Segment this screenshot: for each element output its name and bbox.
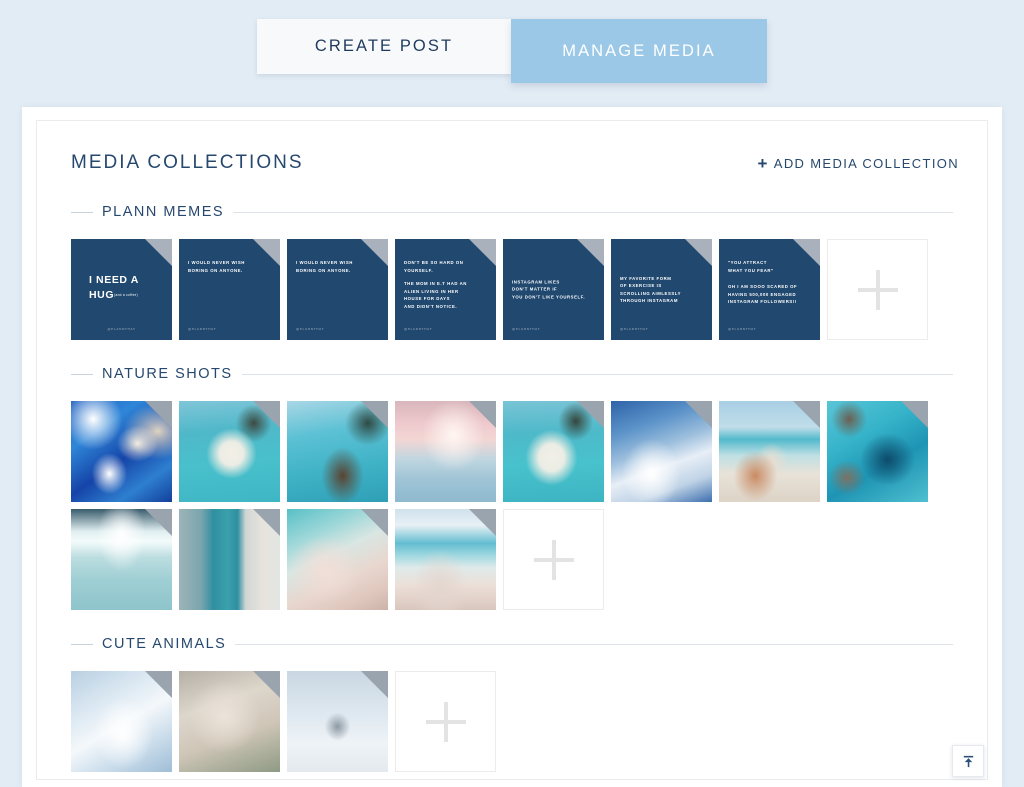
add-media-collection-label: ADD MEDIA COLLECTION [774,156,959,171]
media-tile[interactable] [287,509,388,610]
corner-fold-icon [685,401,712,428]
arrow-up-to-line-icon [961,754,976,769]
corner-fold-icon [685,239,712,266]
media-tile[interactable] [179,671,280,772]
section-rule [235,644,953,645]
view-tabs: CREATE POST MANAGE MEDIA [0,19,1024,91]
media-tile[interactable] [827,401,928,502]
media-tile[interactable]: "YOU ATTRACTWHAT YOU FEAR" OH I AM SOOO S… [719,239,820,340]
meme-text: I WOULD NEVER WISHBORING ON ANYONE. [296,259,380,274]
media-tile[interactable]: DON'T BE SO HARD ONYOURSELF.THE MOM IN E… [395,239,496,340]
plus-icon [534,540,574,580]
section-title: PLANN MEMES [102,204,224,220]
media-grid [71,401,953,610]
section-title: NATURE SHOTS [102,366,233,382]
corner-fold-icon [145,671,172,698]
watermark: @PLANNTHAT [620,327,648,331]
media-tile[interactable] [71,401,172,502]
corner-fold-icon [253,671,280,698]
section-header: NATURE SHOTS [71,366,953,382]
watermark: @PLANNTHAT [404,327,432,331]
scroll-to-top-button[interactable] [952,745,984,777]
media-tile[interactable] [611,401,712,502]
meme-text-secondary: OH I AM SOOO SCARED OFHAVING 500,000 ENG… [728,283,812,306]
media-panel: MEDIA COLLECTIONS + ADD MEDIA COLLECTION… [22,107,1002,787]
corner-fold-icon [145,401,172,428]
corner-fold-icon [361,401,388,428]
watermark: @PLANNTHAT [71,327,172,331]
add-media-tile[interactable] [503,509,604,610]
corner-fold-icon [793,401,820,428]
corner-fold-icon [469,509,496,536]
meme-text: "YOU ATTRACTWHAT YOU FEAR" [728,259,812,274]
page-title: MEDIA COLLECTIONS [71,152,304,174]
add-media-tile[interactable] [395,671,496,772]
corner-fold-icon [145,509,172,536]
add-media-tile[interactable] [827,239,928,340]
corner-fold-icon [253,509,280,536]
media-tile[interactable] [71,509,172,610]
section-nature-shots: NATURE SHOTS [37,366,987,610]
meme-text: INSTAGRAM LIKESDON'T MATTER IFYOU DON'T … [512,278,596,301]
section-title: CUTE ANIMALS [102,636,226,652]
watermark: @PLANNTHAT [512,327,540,331]
media-tile[interactable] [71,671,172,772]
section-dash [71,374,93,375]
section-header: CUTE ANIMALS [71,636,953,652]
corner-fold-icon [901,401,928,428]
corner-fold-icon [253,401,280,428]
meme-text: I WOULD NEVER WISHBORING ON ANYONE. [188,259,272,274]
media-tile[interactable] [719,401,820,502]
tab-manage-media[interactable]: MANAGE MEDIA [511,19,767,83]
section-plann-memes: PLANN MEMES I NEED AHUG(and a coffee) @PLA… [37,204,987,340]
media-collections-card: MEDIA COLLECTIONS + ADD MEDIA COLLECTION… [36,120,988,780]
meme-text: MY FAVORITE FORMOF EXERCISE ISSCROLLING … [620,274,704,304]
media-tile[interactable]: INSTAGRAM LIKESDON'T MATTER IFYOU DON'T … [503,239,604,340]
corner-fold-icon [145,239,172,266]
media-tile[interactable]: MY FAVORITE FORMOF EXERCISE ISSCROLLING … [611,239,712,340]
plus-icon: + [758,155,769,172]
media-tile[interactable] [395,509,496,610]
media-tile[interactable] [179,509,280,610]
media-tile[interactable]: I WOULD NEVER WISHBORING ON ANYONE. @PLAN… [179,239,280,340]
media-tile[interactable] [287,671,388,772]
section-dash [71,644,93,645]
media-tile[interactable] [287,401,388,502]
meme-headline: I NEED AHUG(and a coffee) [89,273,139,303]
corner-fold-icon [577,401,604,428]
corner-fold-icon [361,509,388,536]
collection-sections: PLANN MEMES I NEED AHUG(and a coffee) @PLA… [37,204,987,772]
watermark: @PLANNTHAT [728,327,756,331]
media-grid: I NEED AHUG(and a coffee)@PLANNTHATI WOU… [71,239,953,340]
media-tile[interactable]: I NEED AHUG(and a coffee) @PLANNTHAT [71,239,172,340]
corner-fold-icon [361,671,388,698]
card-header: MEDIA COLLECTIONS + ADD MEDIA COLLECTION [37,121,987,174]
plus-icon [426,702,466,742]
media-tile[interactable] [179,401,280,502]
corner-fold-icon [469,401,496,428]
media-tile[interactable] [395,401,496,502]
section-rule [242,374,953,375]
add-media-collection-button[interactable]: + ADD MEDIA COLLECTION [758,155,959,172]
section-rule [233,212,953,213]
media-grid [71,671,953,772]
section-dash [71,212,93,213]
media-tile[interactable] [503,401,604,502]
meme-tail: (and a coffee) [114,293,138,297]
meme-text: DON'T BE SO HARD ONYOURSELF.THE MOM IN E… [404,259,488,310]
section-header: PLANN MEMES [71,204,953,220]
watermark: @PLANNTHAT [188,327,216,331]
media-tile[interactable]: I WOULD NEVER WISHBORING ON ANYONE. @PLAN… [287,239,388,340]
watermark: @PLANNTHAT [296,327,324,331]
section-cute-animals: CUTE ANIMALS [37,636,987,772]
tab-create-post[interactable]: CREATE POST [257,19,511,74]
corner-fold-icon [577,239,604,266]
plus-icon [858,270,898,310]
